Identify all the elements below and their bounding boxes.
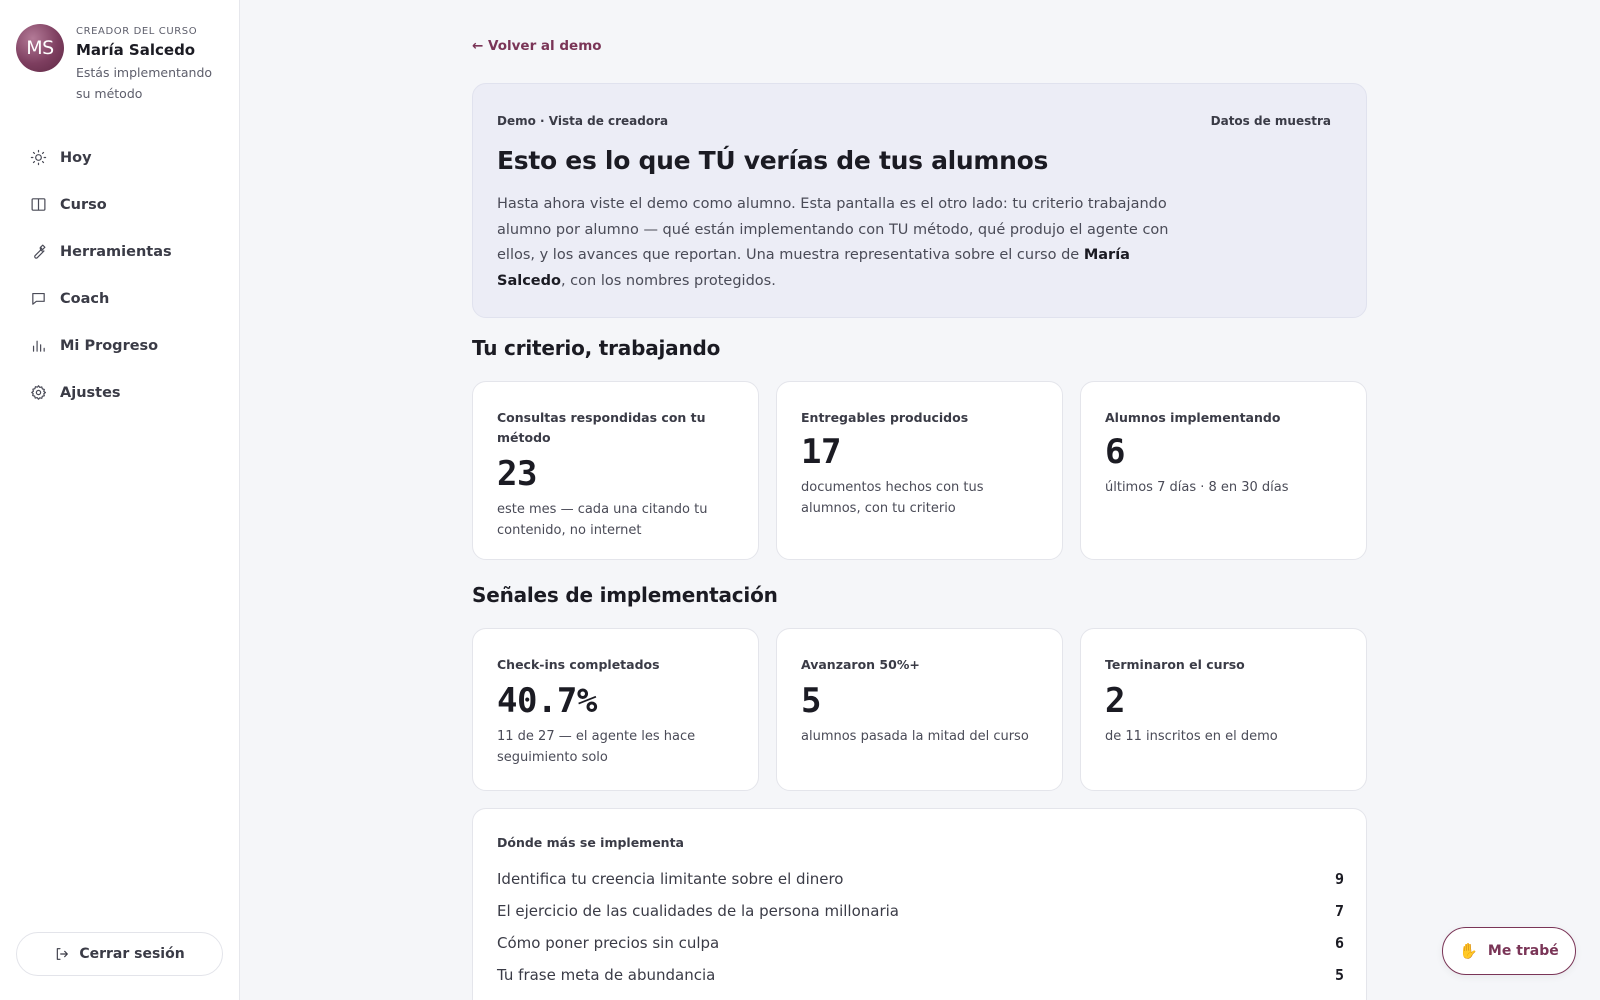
stat-card: Check-ins completados 40.7% 11 de 27 — e… [472, 628, 759, 791]
gear-icon [31, 385, 47, 400]
sidebar-item-ajustes[interactable]: Ajustes [16, 369, 224, 416]
list-item-text: Identifica tu creencia limitante sobre e… [497, 870, 844, 888]
list-item-count: 9 [1334, 870, 1344, 888]
stat-label: Check-ins completados [497, 657, 660, 672]
sun-icon [30, 149, 47, 166]
bar-chart-icon [32, 340, 45, 352]
list-item-text: Cómo poner precios sin culpa [497, 934, 720, 952]
stat-description: alumnos pasada la mitad del curso [801, 729, 1029, 744]
stat-label: Entregables producidos [801, 410, 969, 425]
sidebar-item-curso[interactable]: Curso [16, 181, 224, 228]
book-icon [31, 198, 46, 211]
stat-description: este mes — cada una citando tu contenido… [497, 502, 708, 538]
sidebar-item-label: Curso [60, 196, 107, 213]
sidebar-item-label: Coach [60, 290, 110, 307]
hero-kicker: Demo · Vista de creadora [497, 114, 669, 128]
back-link[interactable]: ← Volver al demo [472, 38, 602, 54]
hero-body-text-end: , con los nombres protegidos. [560, 272, 776, 289]
stat-label: Consultas respondidas con tu método [497, 410, 706, 445]
stat-label: Avanzaron 50%+ [801, 657, 920, 672]
stat-value: 23 [497, 454, 537, 494]
list-item-text: Tu frase meta de abundancia [497, 966, 716, 984]
top-implementation-list: Dónde más se implementa Identifica tu cr… [472, 808, 1367, 1000]
list-item-text: El ejercicio de las cualidades de la per… [497, 902, 899, 920]
list-item: Tu frase meta de abundancia 5 [497, 959, 1344, 991]
stat-card: Terminaron el curso 2 de 11 inscritos en… [1080, 628, 1367, 791]
stat-value: 17 [801, 432, 841, 472]
sidebar-item-mi-progreso[interactable]: Mi Progreso [16, 322, 224, 369]
stat-card: Entregables producidos 17 documentos hec… [776, 381, 1063, 560]
implementation-list: Identifica tu creencia limitante sobre e… [497, 863, 1344, 991]
sidebar-item-hoy[interactable]: Hoy [16, 134, 224, 181]
stat-card: Avanzaron 50%+ 5 alumnos pasada la mitad… [776, 628, 1063, 791]
stat-label: Terminaron el curso [1105, 657, 1245, 672]
list-title: Dónde más se implementa [497, 835, 684, 850]
avatar: MS [16, 24, 64, 72]
chat-icon [32, 292, 45, 305]
logout-icon [57, 948, 69, 960]
stuck-help-label: Me trabé [1487, 943, 1559, 959]
creator-name: María Salcedo [76, 41, 196, 59]
hand-icon: ✋ [1459, 942, 1478, 960]
list-item-count: 7 [1334, 902, 1344, 920]
stat-description: documentos hechos con tus alumnos, con t… [801, 480, 984, 516]
list-item: Identifica tu creencia limitante sobre e… [497, 863, 1344, 895]
list-item: El ejercicio de las cualidades de la per… [497, 895, 1344, 927]
sidebar-item-label: Ajustes [60, 384, 121, 401]
sidebar-nav: Hoy Curso Herramientas Coach Mi Progreso… [16, 134, 224, 416]
hero-panel: Demo · Vista de creadora Datos de muestr… [472, 83, 1367, 318]
logout-button[interactable]: Cerrar sesión [16, 932, 223, 976]
stat-card: Consultas respondidas con tu método 23 e… [472, 381, 759, 560]
stat-card: Alumnos implementando 6 últimos 7 días ·… [1080, 381, 1367, 560]
hero-body-text: Hasta ahora viste el demo como alumno. E… [497, 196, 1169, 263]
creator-subtitle: Estás implementando su método [76, 65, 213, 101]
hero-title: Esto es lo que TÚ verías de tus alumnos [497, 146, 1049, 175]
hero-body: Hasta ahora viste el demo como alumno. E… [497, 192, 1177, 294]
sidebar-item-herramientas[interactable]: Herramientas [16, 228, 224, 275]
stat-value: 5 [801, 681, 821, 721]
sidebar-item-label: Mi Progreso [60, 337, 159, 354]
stat-description: 11 de 27 — el agente les hace seguimient… [497, 729, 696, 765]
stat-value: 40.7% [497, 681, 597, 721]
creator-kicker: CREADOR DEL CURSO [76, 26, 198, 37]
stat-label: Alumnos implementando [1105, 410, 1281, 425]
logout-label: Cerrar sesión [79, 946, 185, 962]
section-title-senales: Señales de implementación [472, 583, 778, 607]
list-item: Cómo poner precios sin culpa 6 [497, 927, 1344, 959]
sidebar: MS CREADOR DEL CURSO María Salcedo Estás… [0, 0, 240, 1000]
sidebar-item-coach[interactable]: Coach [16, 275, 224, 322]
wrench-icon [34, 244, 46, 259]
stat-description: de 11 inscritos en el demo [1105, 729, 1278, 744]
section-title-criterio: Tu criterio, trabajando [472, 336, 721, 360]
creator-text: CREADOR DEL CURSO María Salcedo Estás im… [76, 24, 216, 104]
list-item-count: 6 [1334, 934, 1344, 952]
stat-value: 6 [1105, 432, 1125, 472]
sidebar-item-label: Herramientas [60, 243, 172, 260]
sample-data-tag: Datos de muestra [1210, 114, 1331, 128]
stat-description: últimos 7 días · 8 en 30 días [1105, 480, 1289, 495]
creator-info: MS CREADOR DEL CURSO María Salcedo Estás… [16, 24, 231, 104]
sidebar-item-label: Hoy [60, 149, 92, 166]
stuck-help-button[interactable]: ✋ Me trabé [1442, 927, 1576, 975]
list-item-count: 5 [1334, 966, 1344, 984]
stat-value: 2 [1105, 681, 1125, 721]
